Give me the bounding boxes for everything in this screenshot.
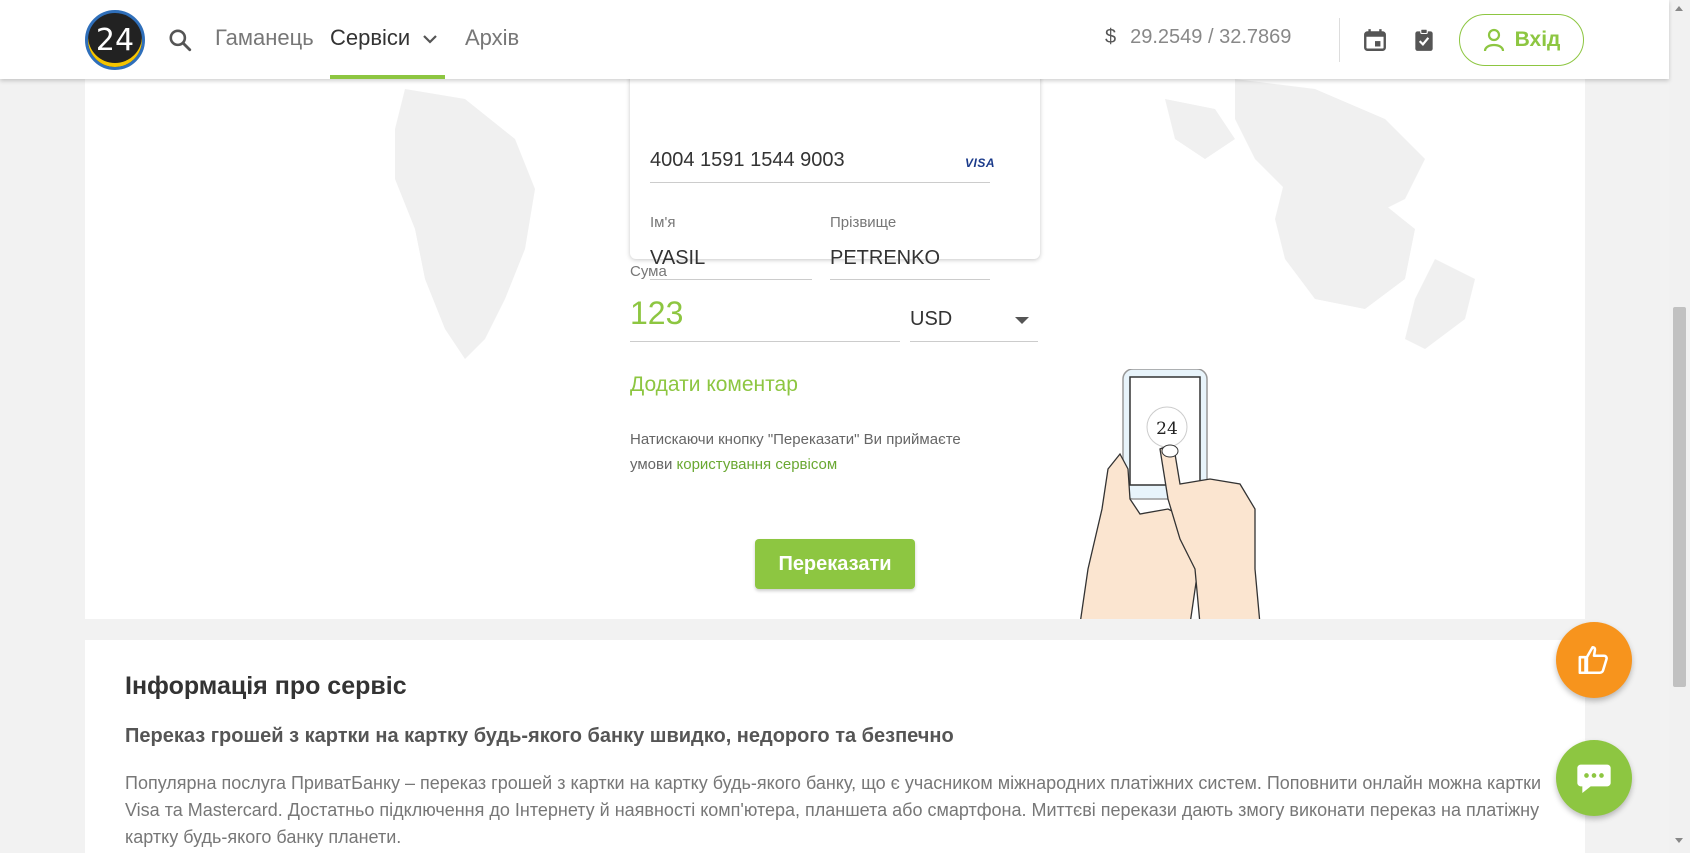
card-details-box: 4004 1591 1544 9003 VISA Ім'я VASIL Пріз…: [630, 79, 1040, 280]
scroll-up-arrow-icon[interactable]: [1675, 6, 1683, 11]
login-button[interactable]: Вхід: [1459, 14, 1584, 66]
currency-dropdown-arrow-icon[interactable]: [1015, 317, 1029, 324]
currency-select[interactable]: USD: [910, 308, 952, 331]
thumbs-up-icon: [1578, 645, 1608, 675]
calendar-icon[interactable]: [1362, 27, 1388, 53]
nav-services[interactable]: Сервіси: [330, 25, 410, 51]
user-icon: [1483, 28, 1504, 52]
info-subtitle: Переказ грошей з картки на картку будь-я…: [125, 725, 954, 747]
first-name-underline: [650, 279, 812, 280]
header-divider: [1339, 18, 1340, 62]
phone-in-hand-illustration: 24: [1080, 369, 1261, 619]
amount-input[interactable]: 123: [630, 295, 683, 332]
illustration-logo-text: 24: [1156, 419, 1178, 439]
nav-wallet[interactable]: Гаманець: [215, 25, 314, 51]
amount-underline: [630, 341, 900, 342]
logo-text: 24: [95, 22, 135, 58]
exchange-rate: $29.2549 / 32.7869: [1105, 26, 1291, 49]
rate-value: 29.2549 / 32.7869: [1130, 26, 1292, 48]
top-header: 24 Гаманець Сервіси Архів $29.2549 / 32.…: [0, 0, 1669, 79]
card-number-underline: [650, 182, 990, 183]
terms-link[interactable]: користування сервісом: [677, 456, 838, 473]
last-name-label: Прізвище: [830, 214, 897, 231]
login-label: Вхід: [1514, 28, 1561, 51]
page-scrollbar[interactable]: [1669, 0, 1690, 853]
scroll-thumb[interactable]: [1673, 307, 1686, 687]
last-name-field[interactable]: PETRENKO: [830, 247, 940, 270]
chevron-down-icon[interactable]: [420, 29, 440, 49]
transfer-submit-button[interactable]: Переказати: [755, 539, 915, 589]
clipboard-check-icon[interactable]: [1411, 27, 1437, 53]
nav-active-indicator: [330, 75, 445, 79]
feedback-button[interactable]: [1556, 622, 1632, 698]
terms-text: Натискаючи кнопку "Переказати" Ви прийма…: [630, 427, 990, 477]
transfer-form-panel: 4004 1591 1544 9003 VISA Ім'я VASIL Пріз…: [85, 79, 1585, 619]
first-name-label: Ім'я: [650, 214, 676, 231]
info-description: Популярна послуга ПриватБанку – переказ …: [125, 773, 1542, 847]
card-number-value[interactable]: 4004 1591 1544 9003: [650, 149, 845, 172]
info-title: Інформація про сервіс: [125, 672, 407, 700]
last-name-underline: [830, 279, 990, 280]
visa-logo: VISA: [965, 156, 996, 170]
add-comment-link[interactable]: Додати коментар: [630, 373, 798, 397]
dollar-sign: $: [1105, 26, 1117, 48]
chat-bubble-icon: [1577, 764, 1611, 793]
currency-underline: [910, 341, 1038, 342]
service-info-panel: Інформація про сервіс Переказ грошей з к…: [85, 640, 1585, 853]
search-icon[interactable]: [167, 27, 193, 53]
chat-button[interactable]: [1556, 740, 1632, 816]
privat24-logo[interactable]: 24: [85, 10, 145, 70]
scroll-down-arrow-icon[interactable]: [1675, 838, 1683, 843]
amount-label: Сума: [630, 263, 667, 280]
nav-archive[interactable]: Архів: [465, 25, 519, 51]
